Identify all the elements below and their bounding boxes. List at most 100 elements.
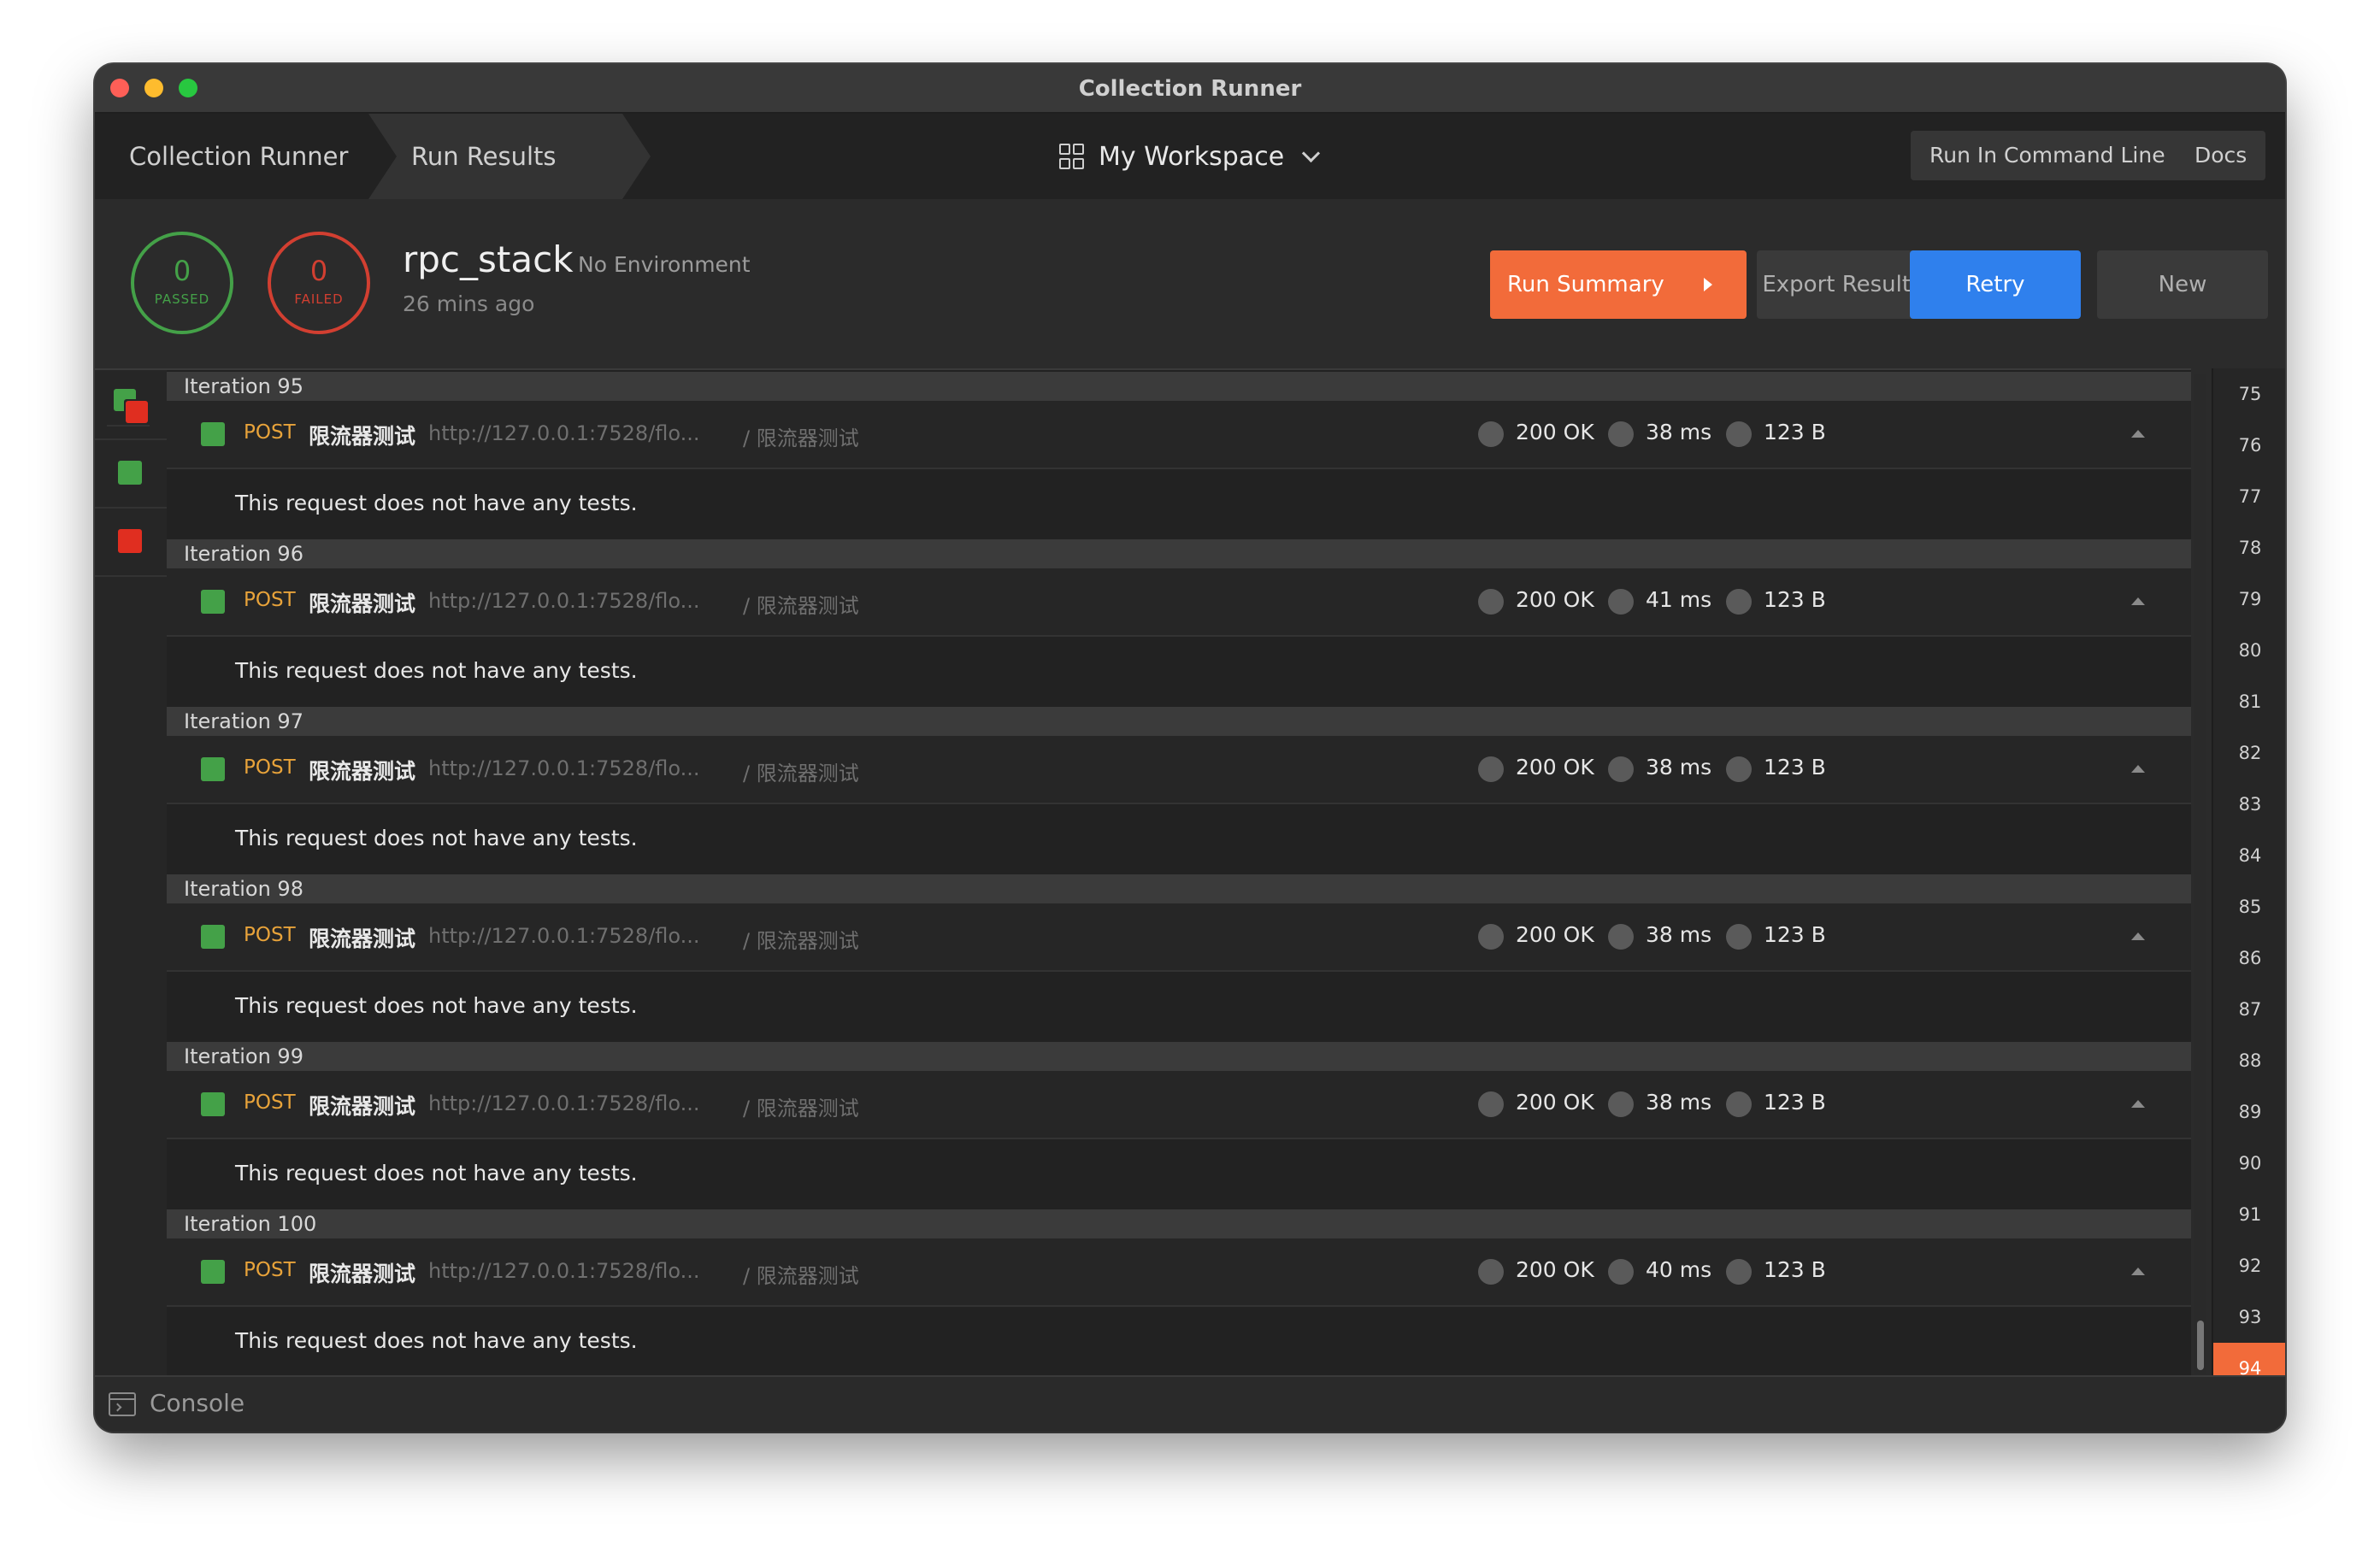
- iteration-number[interactable]: 81: [2213, 676, 2285, 727]
- workspace-selector[interactable]: My Workspace: [1059, 114, 1321, 199]
- iteration-number[interactable]: 75: [2213, 368, 2285, 420]
- filter-all-button[interactable]: [107, 382, 150, 427]
- docs-button[interactable]: Docs: [2176, 131, 2266, 180]
- breadcrumb-collection-runner[interactable]: Collection Runner: [129, 114, 348, 199]
- filter-failed-button[interactable]: [118, 529, 142, 553]
- iteration-number[interactable]: 79: [2213, 574, 2285, 625]
- tests-message: This request does not have any tests.: [167, 804, 2191, 873]
- response-time: 38 ms: [1646, 1090, 1712, 1115]
- request-row[interactable]: POST 限流器测试 http://127.0.0.1:7528/flo... …: [167, 1238, 2191, 1307]
- filter-divider: [95, 507, 167, 509]
- iteration-header: Iteration 99: [167, 1042, 2191, 1071]
- request-name: 限流器测试: [309, 591, 416, 616]
- request-method: POST: [244, 1091, 296, 1114]
- workspace-grid-icon: [1059, 144, 1084, 169]
- iteration-number[interactable]: 90: [2213, 1138, 2285, 1189]
- collapse-caret-icon[interactable]: [2131, 1268, 2145, 1275]
- time-dot-icon: [1608, 589, 1634, 615]
- request-path: / 限流器测试: [743, 929, 859, 953]
- request-row[interactable]: POST 限流器测试 http://127.0.0.1:7528/flo... …: [167, 568, 2191, 637]
- run-summary-label: Run Summary: [1507, 272, 1664, 297]
- iteration-number[interactable]: 86: [2213, 932, 2285, 984]
- request-row[interactable]: POST 限流器测试 http://127.0.0.1:7528/flo... …: [167, 1071, 2191, 1139]
- export-results-button[interactable]: Export Results: [1757, 250, 1928, 319]
- run-summary-button[interactable]: Run Summary: [1490, 250, 1747, 319]
- response-size: 123 B: [1764, 1257, 1826, 1282]
- request-row[interactable]: POST 限流器测试 http://127.0.0.1:7528/flo... …: [167, 736, 2191, 804]
- iteration-block: Iteration 95 POST 限流器测试 http://127.0.0.1…: [167, 372, 2191, 539]
- console-label: Console: [150, 1389, 245, 1417]
- iteration-number[interactable]: 85: [2213, 881, 2285, 932]
- status-square-icon: [201, 590, 225, 614]
- run-in-command-line-button[interactable]: Run In Command Line: [1911, 131, 2184, 180]
- filter-passed-button[interactable]: [118, 461, 142, 485]
- size-dot-icon: [1726, 756, 1752, 782]
- collapse-caret-icon[interactable]: [2131, 1100, 2145, 1108]
- iteration-number[interactable]: 93: [2213, 1291, 2285, 1343]
- iteration-number[interactable]: 80: [2213, 625, 2285, 676]
- workspace-label: My Workspace: [1099, 141, 1285, 172]
- request-method: POST: [244, 924, 296, 946]
- result-filter-column: [95, 368, 168, 1377]
- iteration-number[interactable]: 83: [2213, 779, 2285, 830]
- caret-right-icon: [1704, 278, 1712, 291]
- scrollbar-thumb[interactable]: [2197, 1321, 2204, 1370]
- request-url: http://127.0.0.1:7528/flo...: [428, 1091, 700, 1115]
- collapse-caret-icon[interactable]: [2131, 597, 2145, 605]
- size-dot-icon: [1726, 924, 1752, 950]
- iteration-block: Iteration 97 POST 限流器测试 http://127.0.0.1…: [167, 707, 2191, 874]
- tests-message: This request does not have any tests.: [167, 637, 2191, 705]
- request-row[interactable]: POST 限流器测试 http://127.0.0.1:7528/flo... …: [167, 903, 2191, 972]
- iteration-number[interactable]: 92: [2213, 1240, 2285, 1291]
- request-name: 限流器测试: [309, 1094, 416, 1119]
- iteration-header: Iteration 96: [167, 539, 2191, 568]
- request-method: POST: [244, 589, 296, 611]
- response-time: 38 ms: [1646, 420, 1712, 444]
- request-path: / 限流器测试: [743, 1264, 859, 1288]
- breadcrumb-run-results[interactable]: Run Results: [368, 114, 651, 199]
- iteration-block: Iteration 99 POST 限流器测试 http://127.0.0.1…: [167, 1042, 2191, 1209]
- collection-name: rpc_stack: [403, 238, 574, 280]
- chevron-down-icon: [1302, 144, 1321, 162]
- retry-button[interactable]: Retry: [1910, 250, 2081, 319]
- collapse-caret-icon[interactable]: [2131, 932, 2145, 940]
- iteration-number[interactable]: 77: [2213, 471, 2285, 522]
- response-time: 38 ms: [1646, 922, 1712, 947]
- status-dot-icon: [1478, 924, 1504, 950]
- time-dot-icon: [1608, 924, 1634, 950]
- iteration-number[interactable]: 88: [2213, 1035, 2285, 1086]
- collection-runner-window: Collection Runner Collection Runner Run …: [95, 64, 2285, 1432]
- tests-message: This request does not have any tests.: [167, 1307, 2191, 1375]
- filter-divider: [95, 575, 167, 577]
- iteration-header: Iteration 98: [167, 874, 2191, 903]
- iteration-number-column: 75 76 77 78 79 80 81 82 83 84 85 86 87 88 89 90 91 92 93 94: [2212, 368, 2285, 1394]
- request-path: / 限流器测试: [743, 1097, 859, 1121]
- failed-count: 0: [309, 255, 328, 287]
- results-scrollbar[interactable]: [2194, 374, 2206, 1374]
- iteration-number[interactable]: 84: [2213, 830, 2285, 881]
- passed-label: PASSED: [154, 291, 210, 307]
- collapse-caret-icon[interactable]: [2131, 765, 2145, 773]
- request-url: http://127.0.0.1:7528/flo...: [428, 1259, 700, 1283]
- time-dot-icon: [1608, 756, 1634, 782]
- iteration-number[interactable]: 76: [2213, 420, 2285, 471]
- iteration-number[interactable]: 91: [2213, 1189, 2285, 1240]
- iteration-number[interactable]: 82: [2213, 727, 2285, 779]
- collapse-caret-icon[interactable]: [2131, 430, 2145, 438]
- request-path: / 限流器测试: [743, 762, 859, 785]
- tests-message: This request does not have any tests.: [167, 1139, 2191, 1208]
- environment-label: No Environment: [578, 252, 751, 277]
- request-url: http://127.0.0.1:7528/flo...: [428, 924, 700, 948]
- console-bar[interactable]: Console: [95, 1375, 2285, 1432]
- response-size: 123 B: [1764, 1090, 1826, 1115]
- iteration-number[interactable]: 89: [2213, 1086, 2285, 1138]
- iteration-block: Iteration 98 POST 限流器测试 http://127.0.0.1…: [167, 874, 2191, 1042]
- iteration-number[interactable]: 78: [2213, 522, 2285, 574]
- request-url: http://127.0.0.1:7528/flo...: [428, 756, 700, 780]
- request-row[interactable]: POST 限流器测试 http://127.0.0.1:7528/flo... …: [167, 401, 2191, 469]
- request-name: 限流器测试: [309, 1262, 416, 1286]
- response-time: 40 ms: [1646, 1257, 1712, 1282]
- new-button[interactable]: New: [2097, 250, 2268, 319]
- iteration-number[interactable]: 87: [2213, 984, 2285, 1035]
- response-status: 200 OK: [1516, 1257, 1594, 1282]
